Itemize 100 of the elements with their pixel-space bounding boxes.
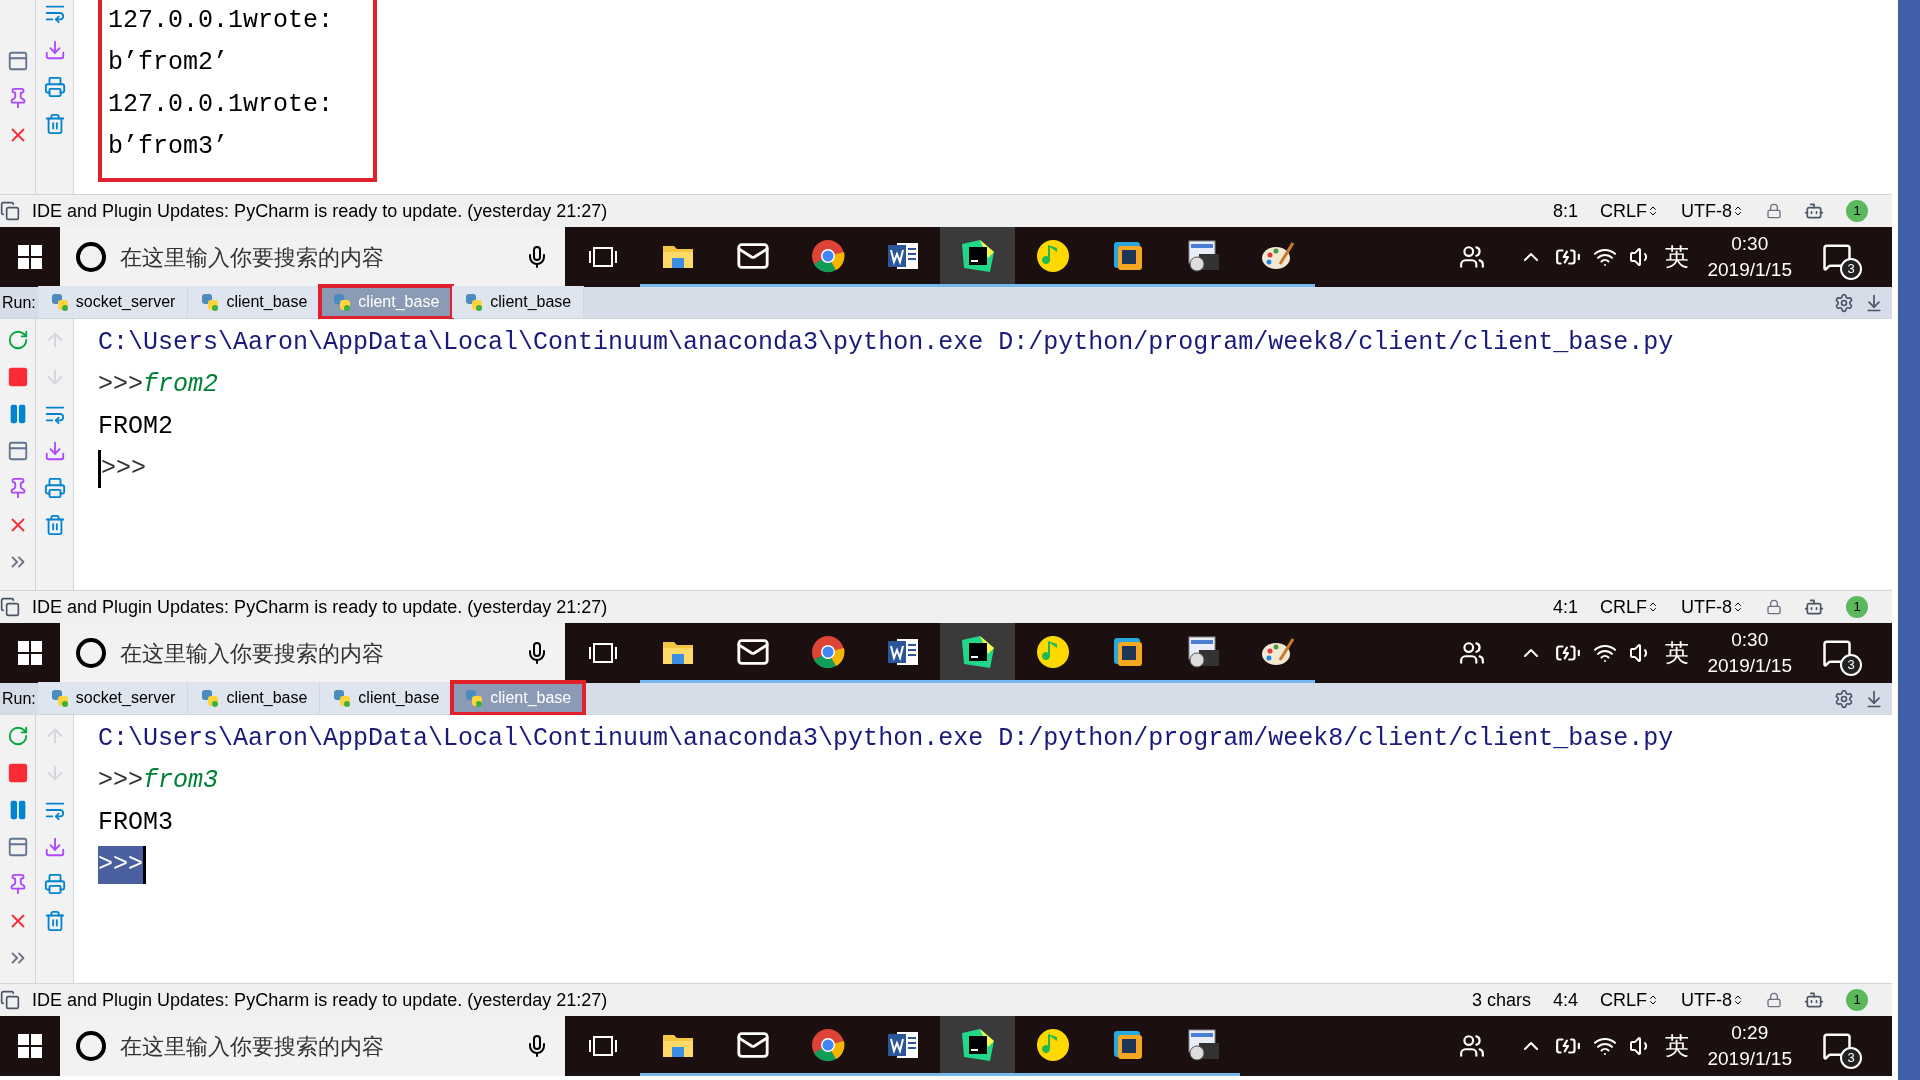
input-method[interactable]: 英 [1665, 239, 1690, 275]
notification-badge[interactable]: 1 [1846, 200, 1868, 222]
input-method[interactable]: 英 [1665, 1028, 1690, 1064]
run-tab[interactable]: client_base [452, 286, 585, 318]
status-field: 8:1 [1552, 197, 1578, 225]
people-icon[interactable] [1459, 244, 1486, 270]
line-separator-selector[interactable]: CRLF [1600, 197, 1659, 225]
search-field[interactable]: 在这里输入你要搜索的内容 [60, 623, 565, 683]
notification-badge[interactable]: 1 [1846, 989, 1868, 1011]
clock-time[interactable]: 0:30 [1731, 231, 1769, 257]
run-tab[interactable]: socket_server [37, 682, 189, 714]
python-icon [49, 688, 70, 708]
status-message: IDE and Plugin Updates: PyCharm is ready to update. (yesterday 21:27) [32, 595, 608, 619]
output-line: b’from3’ [108, 131, 229, 164]
layout-icon[interactable] [6, 836, 29, 858]
updown-icon [1647, 993, 1659, 1007]
print-icon[interactable] [43, 873, 66, 895]
clock-date[interactable]: 2019/1/15 [1707, 1046, 1792, 1072]
music-icon [1034, 237, 1071, 274]
layout-icon[interactable] [6, 440, 29, 462]
music-icon [1034, 1026, 1071, 1063]
prompt: >>> [98, 450, 146, 488]
output-line: 127.0.0.1wrote: [108, 89, 334, 122]
python-icon [200, 688, 221, 708]
chrome-icon [809, 633, 846, 670]
task-view-icon [587, 245, 618, 269]
prompt: >>> [98, 369, 143, 402]
ide-icon [959, 237, 996, 274]
notification-icon[interactable] [1822, 242, 1852, 272]
search-input[interactable]: 在这里输入你要搜索的内容 [120, 636, 511, 670]
settings-icon[interactable] [1834, 292, 1854, 313]
python-icon [332, 292, 353, 312]
command-line: C:\Users\Aaron\AppData\Local\Continuum\anaconda3\python.exe D:/python/program/week8/client/client_base.py [98, 327, 1674, 360]
print-icon[interactable] [43, 76, 66, 98]
notification-icon[interactable] [1822, 638, 1852, 668]
print-icon[interactable] [43, 477, 66, 499]
input-text: from2 [143, 369, 219, 402]
rerun-icon[interactable] [6, 329, 29, 351]
lock-icon[interactable] [1766, 992, 1782, 1008]
status-message: IDE and Plugin Updates: PyCharm is ready to update. (yesterday 21:27) [32, 199, 608, 223]
search-input[interactable]: 在这里输入你要搜索的内容 [120, 1029, 511, 1063]
notification-icon[interactable] [1822, 1031, 1852, 1061]
clock-date[interactable]: 2019/1/15 [1707, 653, 1792, 679]
lock-icon[interactable] [1766, 599, 1782, 615]
settings-icon[interactable] [1834, 688, 1854, 709]
taskbar-app[interactable] [940, 623, 1015, 683]
ide-icon [959, 633, 996, 670]
stop-icon[interactable] [6, 762, 29, 784]
output-line: FROM2 [98, 411, 173, 444]
encoding-selector[interactable]: UTF-8 [1681, 197, 1744, 225]
python-icon [332, 688, 353, 708]
chrome-icon [809, 237, 846, 274]
download-icon[interactable] [1864, 292, 1884, 313]
encoding-selector[interactable]: UTF-8 [1681, 986, 1744, 1014]
output-line: 127.0.0.1wrote: [108, 5, 334, 38]
output-line: b’from2’ [108, 47, 229, 80]
taskbar-app[interactable] [940, 1016, 1015, 1076]
windows-icon [18, 641, 42, 665]
trash-icon[interactable] [43, 910, 66, 932]
updown-icon [1732, 600, 1744, 614]
run-tab[interactable]: client_base [188, 286, 321, 318]
line-separator-selector[interactable]: CRLF [1600, 593, 1659, 621]
run-label: Run: [1, 688, 37, 709]
notification-count: 3 [1840, 654, 1862, 676]
python-icon [200, 292, 221, 312]
encoding-selector[interactable]: UTF-8 [1681, 593, 1744, 621]
output-line: FROM3 [98, 807, 173, 840]
notification-badge[interactable]: 1 [1846, 596, 1868, 618]
status-field: 4:4 [1552, 986, 1578, 1014]
command-line: C:\Users\Aaron\AppData\Local\Continuum\anaconda3\python.exe D:/python/program/week8/client/client_base.py [98, 723, 1674, 756]
status-message: IDE and Plugin Updates: PyCharm is ready to update. (yesterday 21:27) [32, 988, 608, 1012]
run-tab[interactable]: client_base [320, 682, 453, 714]
prompt: >>> [98, 846, 146, 884]
clock-time[interactable]: 0:30 [1731, 627, 1769, 653]
search-input[interactable]: 在这里输入你要搜索的内容 [120, 240, 511, 274]
trash-icon[interactable] [43, 514, 66, 536]
run-tab[interactable]: client_base [188, 682, 321, 714]
prompt: >>> [98, 765, 143, 798]
task-view-icon [587, 1034, 618, 1058]
chrome-icon [809, 1026, 846, 1063]
taskbar-app[interactable] [940, 227, 1015, 287]
clock-date[interactable]: 2019/1/15 [1707, 257, 1792, 283]
line-separator-selector[interactable]: CRLF [1600, 986, 1659, 1014]
search-field[interactable]: 在这里输入你要搜索的内容 [60, 1016, 565, 1076]
windows-icon [18, 1034, 42, 1058]
status-field: 3 chars [1471, 986, 1531, 1014]
people-icon[interactable] [1459, 640, 1486, 666]
python-icon [464, 292, 485, 312]
layout-icon[interactable] [6, 50, 29, 72]
lock-icon[interactable] [1766, 203, 1782, 219]
task-view-icon [587, 641, 618, 665]
rerun-icon[interactable] [6, 725, 29, 747]
clock-time[interactable]: 0:29 [1731, 1020, 1769, 1046]
stop-icon[interactable] [6, 366, 29, 388]
run-tab[interactable]: socket_server [37, 286, 189, 318]
trash-icon[interactable] [43, 113, 66, 135]
people-icon[interactable] [1459, 1033, 1486, 1059]
search-field[interactable]: 在这里输入你要搜索的内容 [60, 227, 565, 287]
input-method[interactable]: 英 [1665, 635, 1690, 671]
download-icon[interactable] [1864, 688, 1884, 709]
